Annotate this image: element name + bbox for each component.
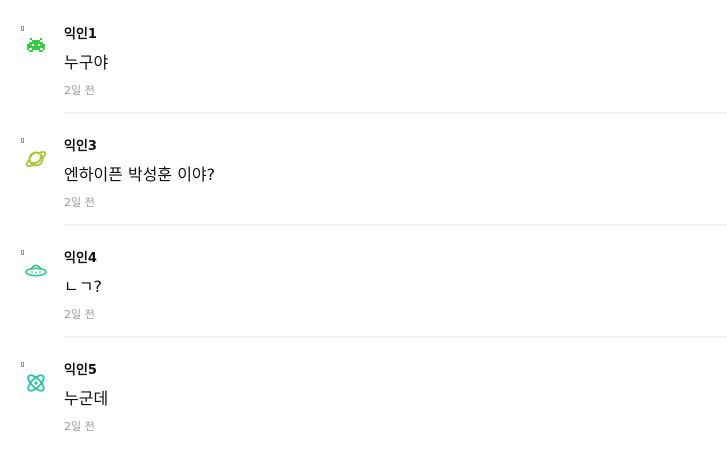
- comment-marker: [21, 250, 24, 255]
- comment-divider: [64, 112, 727, 113]
- comment-text: 누구야: [64, 53, 109, 72]
- comment-item: 익인4 ㄴㄱ? 2일 전: [0, 250, 727, 362]
- comment-text: 누군데: [64, 389, 109, 408]
- comment-divider: [64, 224, 727, 225]
- comment-item: 익인1 누구야 2일 전: [0, 26, 727, 138]
- comment-author[interactable]: 익인5: [64, 363, 97, 379]
- comment-timestamp: 2일 전: [64, 308, 95, 321]
- comment-author[interactable]: 익인3: [64, 139, 97, 155]
- comment-author[interactable]: 익인1: [64, 27, 97, 43]
- space-invader-icon: [23, 34, 49, 60]
- comment-list: 익인1 누구야 2일 전 익인3 엔하이픈 박성훈 이야? 2일 전 익인4 ㄴ…: [0, 0, 727, 450]
- comment-text: ㄴㄱ?: [64, 277, 102, 296]
- comment-marker: [21, 26, 24, 31]
- comment-marker: [21, 138, 24, 143]
- planet-icon: [23, 146, 49, 172]
- comment-divider: [64, 336, 727, 337]
- ufo-icon: [23, 258, 49, 284]
- comment-timestamp: 2일 전: [64, 196, 95, 209]
- comment-item: 익인5 누군데 2일 전: [0, 362, 727, 474]
- atom-icon: [23, 370, 49, 396]
- comment-item: 익인3 엔하이픈 박성훈 이야? 2일 전: [0, 138, 727, 250]
- comment-timestamp: 2일 전: [64, 84, 95, 97]
- comment-author[interactable]: 익인4: [64, 251, 97, 267]
- comment-text: 엔하이픈 박성훈 이야?: [64, 165, 216, 184]
- comment-marker: [21, 362, 24, 367]
- comment-timestamp: 2일 전: [64, 420, 95, 433]
